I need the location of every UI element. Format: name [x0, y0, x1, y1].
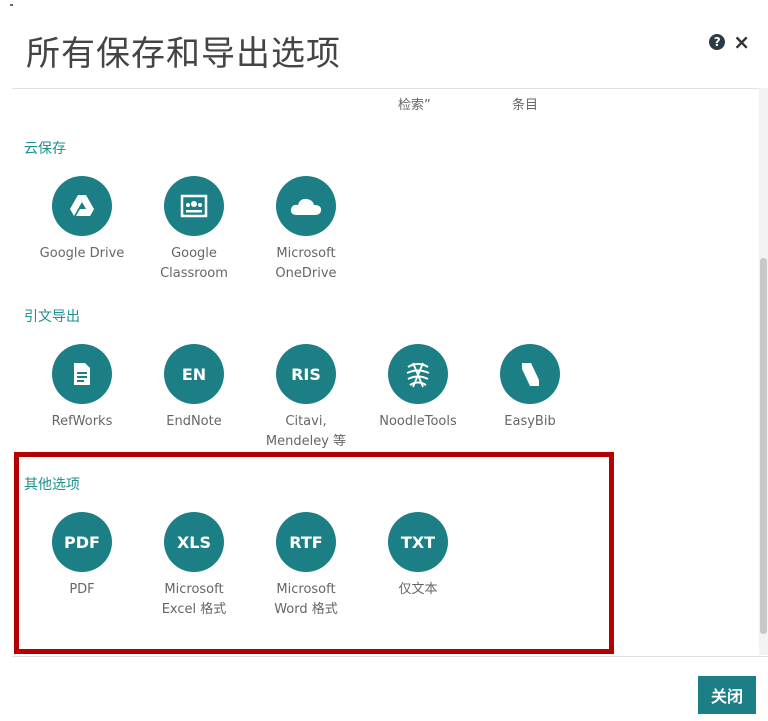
close-button[interactable]: 关闭 — [698, 676, 756, 714]
ris-icon: RIS — [276, 344, 336, 404]
option-google-classroom[interactable]: Google Classroom — [139, 176, 249, 284]
dialog-title: 所有保存和导出选项 — [26, 34, 341, 74]
option-label: Microsoft Excel 格式 — [161, 582, 227, 617]
easybib-icon — [500, 344, 560, 404]
option-label: NoodleTools — [379, 414, 457, 429]
option-excel[interactable]: XLS Microsoft Excel 格式 — [139, 512, 249, 620]
top-label-search: 检索” — [398, 98, 431, 113]
top-label-items: 条目 — [512, 98, 539, 113]
noodletools-icon — [388, 344, 448, 404]
pdf-icon: PDF — [52, 512, 112, 572]
section-cloud-label: 云保存 — [24, 141, 66, 157]
option-label: Citavi, Mendeley 等 — [265, 414, 347, 449]
endnote-icon: EN — [164, 344, 224, 404]
option-easybib[interactable]: EasyBib — [475, 344, 585, 432]
help-icon[interactable]: ? — [709, 34, 726, 50]
option-text-only[interactable]: TXT 仅文本 — [363, 512, 473, 600]
rtf-icon: RTF — [276, 512, 336, 572]
option-label: RefWorks — [51, 414, 113, 429]
option-label: EndNote — [166, 414, 222, 429]
option-label: 仅文本 — [398, 582, 438, 597]
close-icon[interactable]: × — [733, 32, 750, 52]
scrollbar-thumb[interactable] — [760, 258, 767, 634]
google-classroom-icon — [164, 176, 224, 236]
option-refworks[interactable]: RefWorks — [27, 344, 137, 432]
option-label: Microsoft OneDrive — [275, 246, 337, 281]
refworks-icon — [52, 344, 112, 404]
option-noodletools[interactable]: NoodleTools — [363, 344, 473, 432]
option-google-drive[interactable]: Google Drive — [27, 176, 137, 264]
option-label: Google Classroom — [160, 246, 228, 281]
tiny-dot — [10, 4, 13, 6]
option-pdf[interactable]: PDF PDF — [27, 512, 137, 600]
option-label: Microsoft Word 格式 — [274, 582, 338, 617]
scrollbar[interactable] — [759, 88, 768, 655]
option-label: PDF — [69, 582, 95, 597]
onedrive-icon — [276, 176, 336, 236]
option-ris[interactable]: RIS Citavi, Mendeley 等 — [251, 344, 361, 452]
option-word[interactable]: RTF Microsoft Word 格式 — [251, 512, 361, 620]
txt-icon: TXT — [388, 512, 448, 572]
option-onedrive[interactable]: Microsoft OneDrive — [251, 176, 361, 284]
option-label: Google Drive — [39, 246, 125, 261]
header-icons: ? × — [709, 32, 750, 52]
google-drive-icon — [52, 176, 112, 236]
section-citation-label: 引文导出 — [24, 309, 80, 325]
xls-icon: XLS — [164, 512, 224, 572]
option-label: EasyBib — [504, 414, 556, 429]
section-other-label: 其他选项 — [24, 477, 80, 493]
option-endnote[interactable]: EN EndNote — [139, 344, 249, 432]
